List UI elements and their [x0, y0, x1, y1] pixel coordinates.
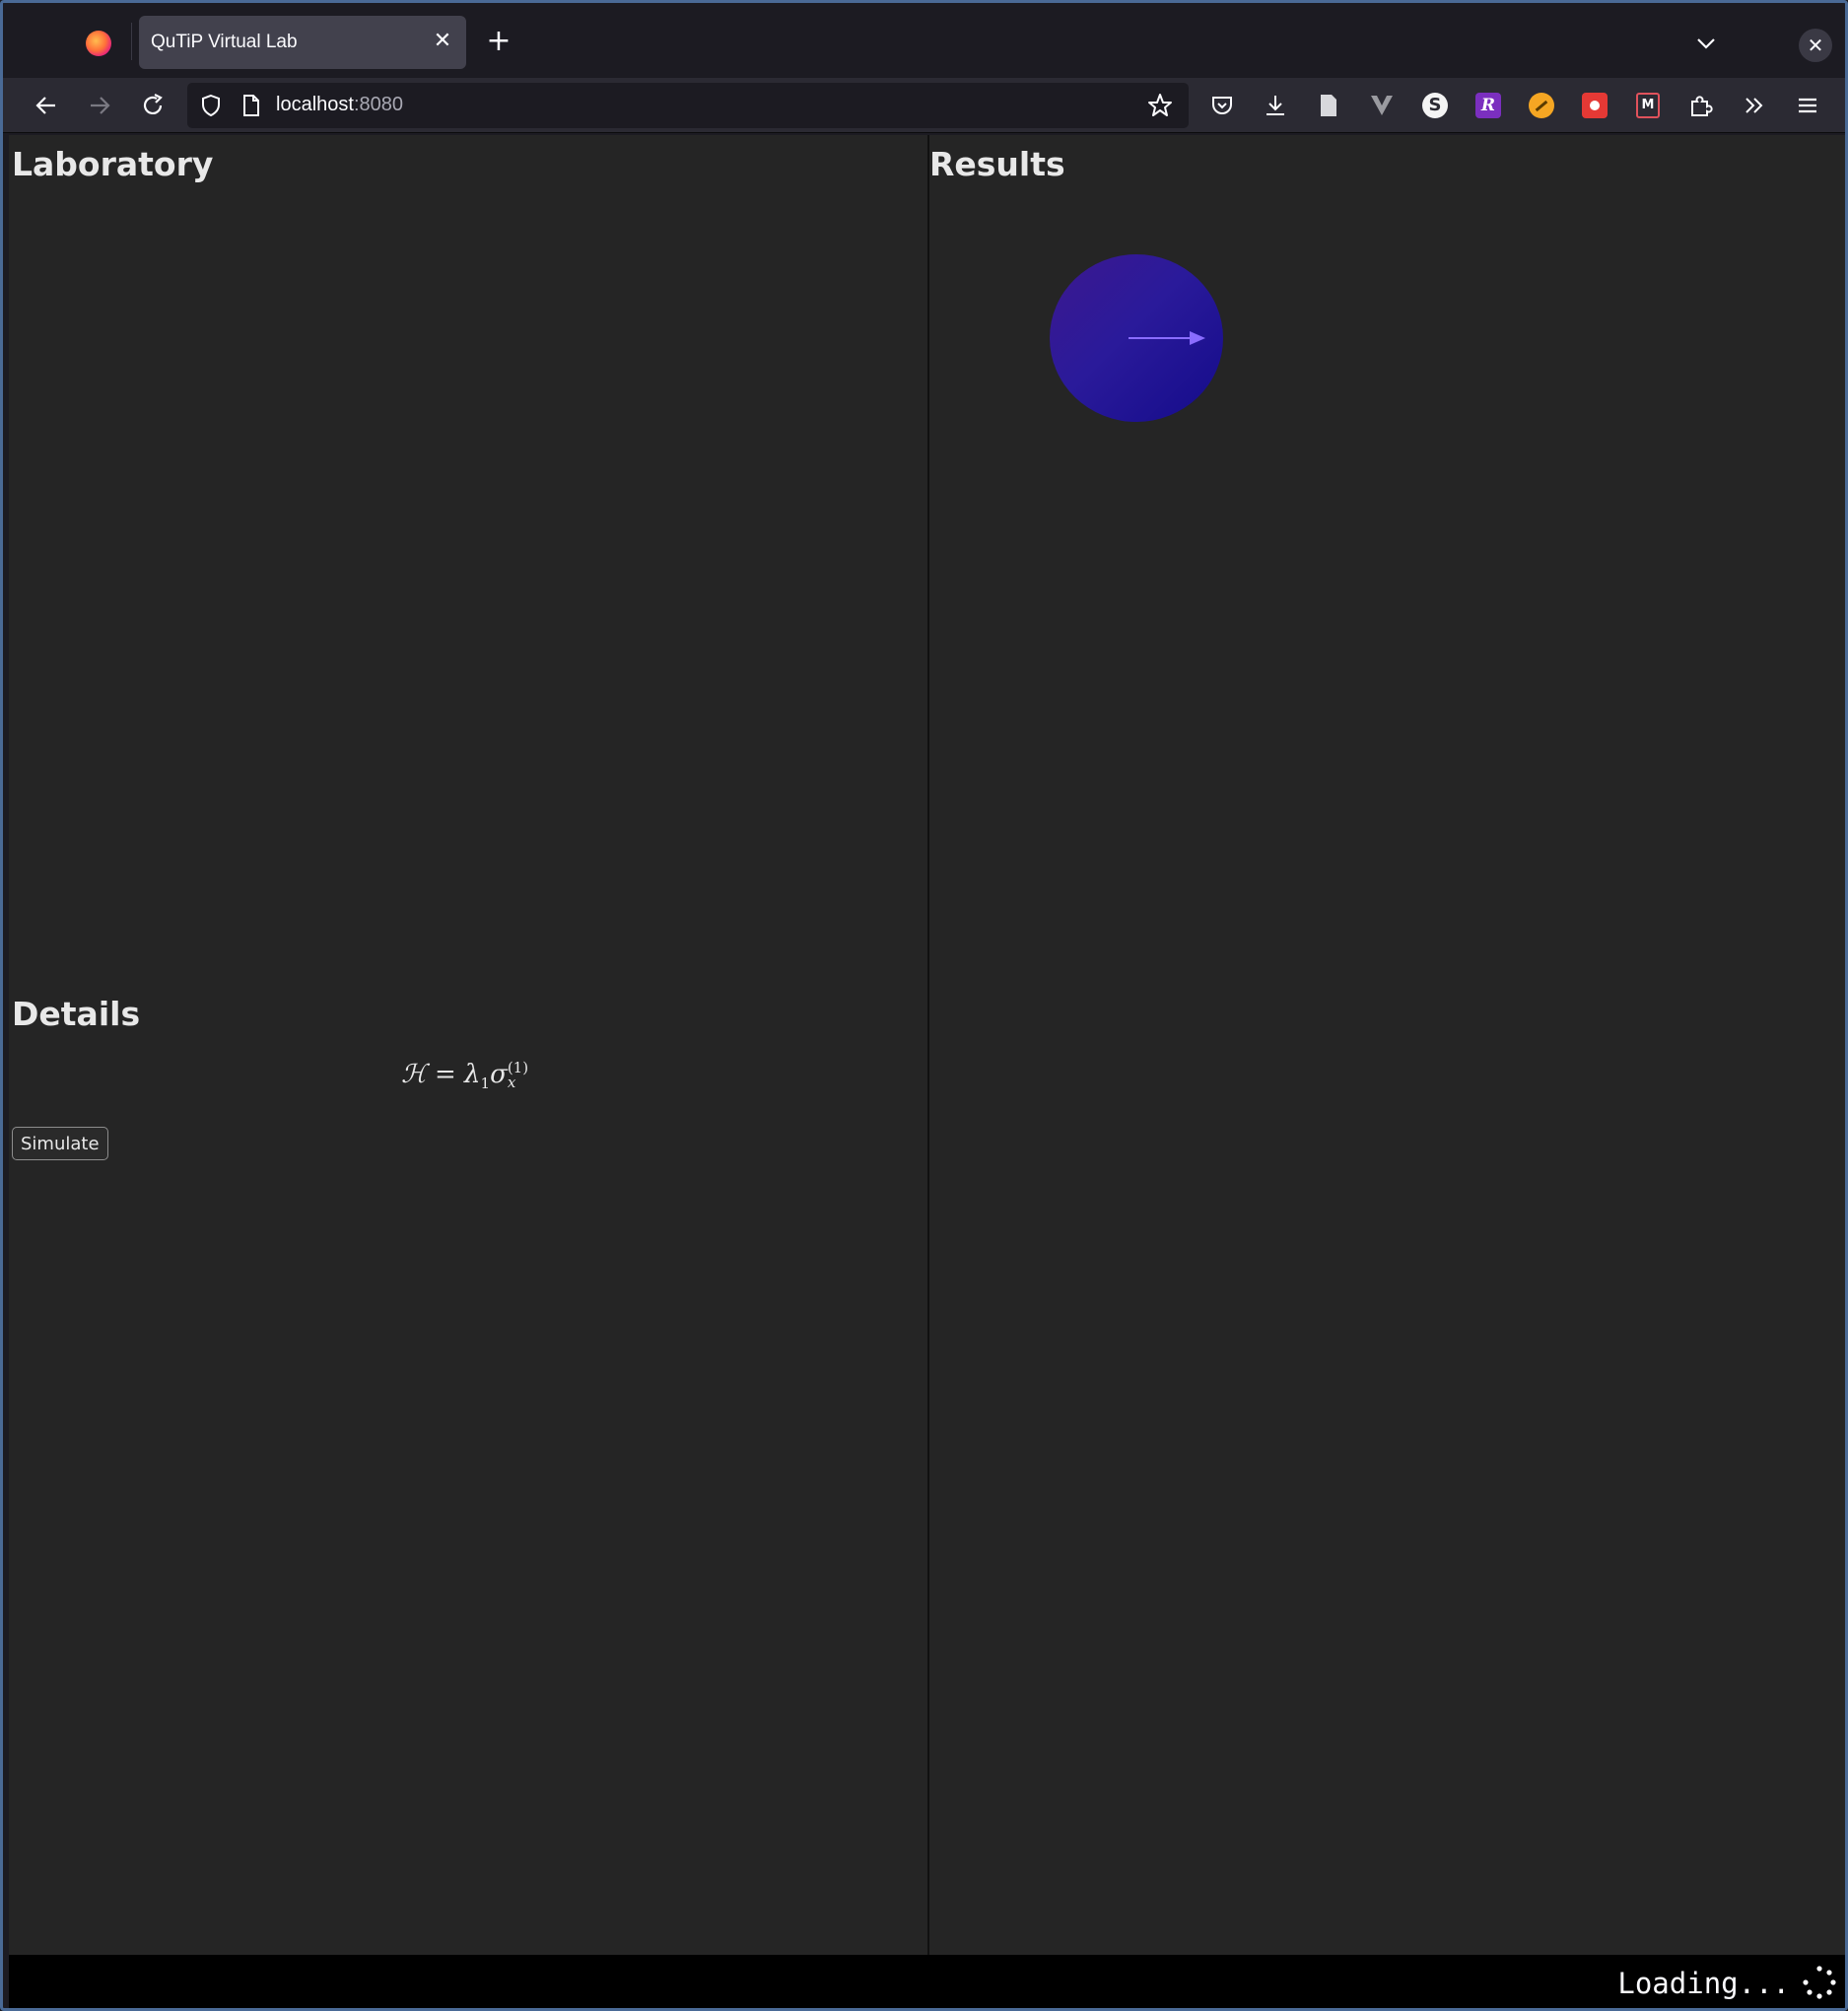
reload-icon[interactable]	[135, 88, 171, 123]
url-text[interactable]: localhost:8080	[276, 94, 403, 116]
formula-eq: =	[434, 1060, 456, 1089]
bookmark-star-icon[interactable]	[1147, 93, 1173, 122]
results-heading: Results	[929, 145, 1065, 183]
download-icon[interactable]	[1260, 90, 1291, 121]
r-extension-icon[interactable]: R	[1472, 90, 1504, 121]
formula-sigma: σ	[490, 1060, 508, 1089]
left-panel: Laboratory Details ℋ = λ1σ (1) x Simulate	[9, 135, 925, 1955]
hamiltonian-formula: ℋ = λ1σ (1) x	[401, 1060, 528, 1092]
formula-sigma-sub: x	[507, 1074, 516, 1091]
page-content: Laboratory Details ℋ = λ1σ (1) x Simulate …	[9, 135, 1845, 1955]
list-all-tabs-icon[interactable]	[1690, 29, 1722, 58]
m-extension-icon[interactable]: M	[1632, 90, 1664, 121]
spinner-icon	[1803, 1966, 1836, 1999]
tab-active[interactable]: QuTiP Virtual Lab ✕	[139, 16, 466, 69]
extensions-puzzle-icon[interactable]	[1685, 90, 1717, 121]
url-bar[interactable]: localhost:8080	[187, 83, 1189, 128]
loading-text: Loading...	[1617, 1967, 1790, 2000]
pocket-icon[interactable]	[1206, 90, 1238, 121]
orange-extension-icon[interactable]	[1526, 90, 1557, 121]
close-window-icon[interactable]: ✕	[1799, 29, 1832, 62]
right-panel: Results	[927, 135, 1845, 1955]
details-heading: Details	[12, 995, 141, 1033]
browser-window: QuTiP Virtual Lab ✕ + ✕ localhost:8080 S…	[0, 0, 1848, 2011]
red-extension-icon[interactable]	[1579, 90, 1610, 121]
loading-bar: Loading...	[9, 1955, 1845, 2008]
url-host: localhost	[276, 94, 354, 115]
forward-arrow-icon[interactable]	[82, 88, 117, 123]
close-tab-icon[interactable]: ✕	[431, 30, 454, 53]
laboratory-heading: Laboratory	[12, 145, 214, 183]
back-arrow-icon[interactable]	[29, 88, 64, 123]
navigation-toolbar: localhost:8080 S R M	[3, 78, 1845, 133]
v-extension-icon[interactable]	[1366, 90, 1398, 121]
new-tab-icon[interactable]: +	[484, 25, 513, 58]
simulate-button[interactable]: Simulate	[12, 1127, 108, 1160]
formula-lhs: ℋ	[401, 1060, 427, 1089]
shield-icon[interactable]	[199, 94, 223, 121]
firefox-logo-icon	[86, 31, 111, 56]
url-port: :8080	[353, 94, 403, 115]
tab-divider	[131, 23, 132, 60]
tab-title: QuTiP Virtual Lab	[151, 32, 298, 52]
formula-lambda: λ	[464, 1060, 481, 1089]
overflow-chevrons-icon[interactable]	[1739, 90, 1770, 121]
bloch-sphere	[1050, 254, 1223, 422]
formula-lambda-sub: 1	[480, 1075, 491, 1093]
state-vector-arrow	[1129, 331, 1205, 345]
tab-strip: QuTiP Virtual Lab ✕ + ✕	[3, 3, 1845, 78]
s-extension-icon[interactable]: S	[1419, 90, 1451, 121]
page-icon	[240, 94, 262, 121]
hamburger-menu-icon[interactable]	[1792, 90, 1823, 121]
reader-icon[interactable]	[1313, 90, 1344, 121]
